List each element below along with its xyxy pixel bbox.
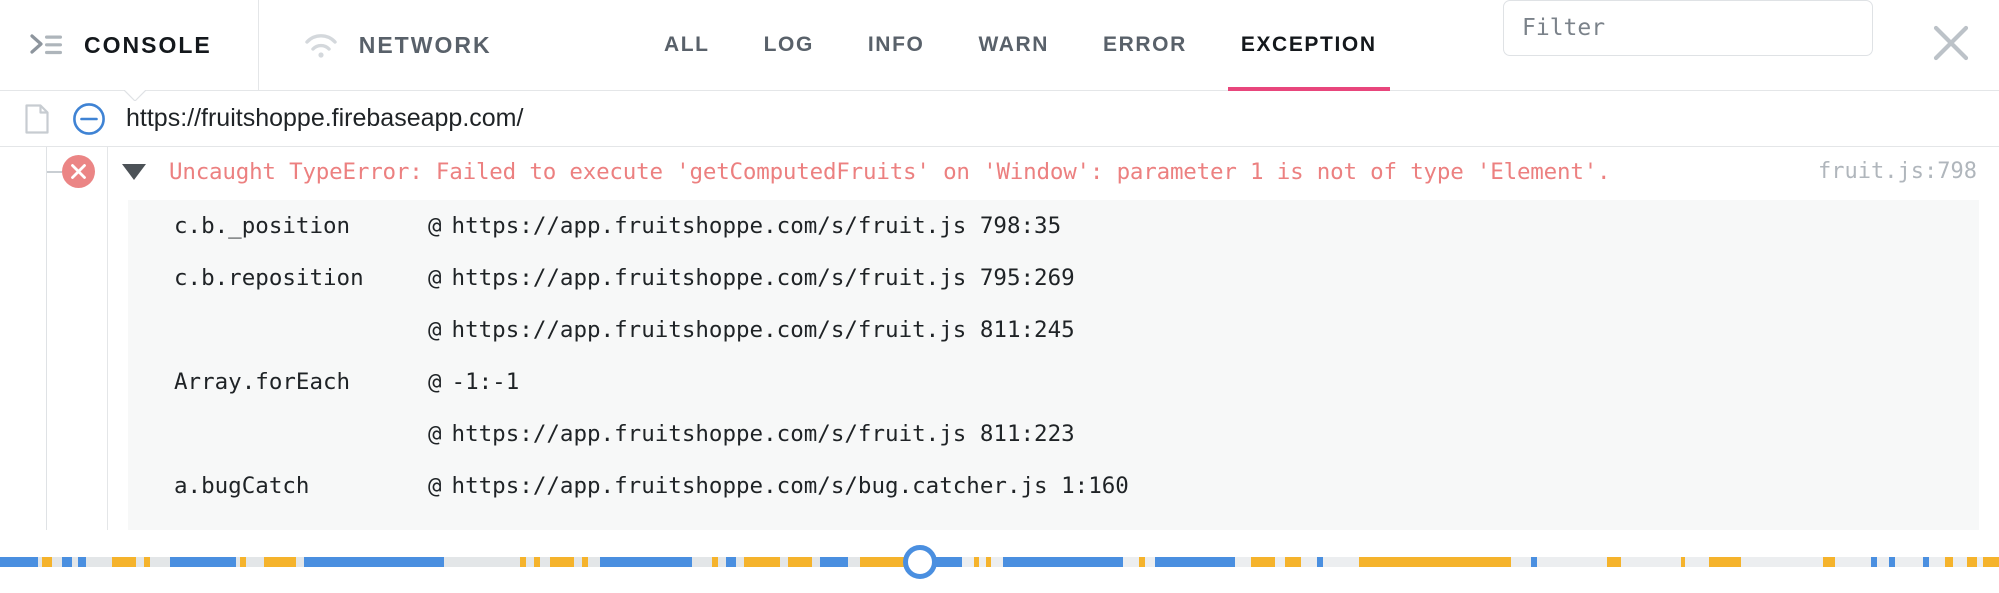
timeline-segment (239, 557, 246, 567)
timeline-segment (533, 557, 540, 567)
timeline-segment (743, 557, 780, 567)
panel-tab-console[interactable]: CONSOLE (0, 0, 258, 90)
stack-frame-function: a.bugCatch (174, 473, 310, 499)
timeline-segment (819, 557, 848, 567)
timeline-segment (725, 557, 736, 567)
timeline-segment (0, 557, 38, 567)
timeline-segment (787, 557, 812, 567)
stack-frame-location[interactable]: https://app.fruitshoppe.com/s/fruit.js 8… (452, 421, 1075, 447)
stack-frame-row[interactable]: c.b._position @ https://app.fruitshoppe.… (128, 200, 1979, 252)
timeline-segment (1003, 557, 1124, 567)
document-icon (24, 103, 50, 134)
filter-input[interactable] (1503, 0, 1873, 56)
timeline-segment (143, 557, 150, 567)
timeline-segment (1945, 557, 1953, 567)
timeline-segment (519, 557, 526, 567)
timeline-segment (41, 557, 52, 567)
stack-frame-row[interactable]: Array.forEach @ -1:-1 (128, 356, 1979, 408)
timeline-segment (599, 557, 692, 567)
filter-tab-error[interactable]: ERROR (1076, 0, 1214, 91)
tab-pointer-notch (124, 90, 146, 101)
timeline-segment (1823, 557, 1836, 567)
tree-guide-line (46, 147, 47, 530)
timeline-segment (111, 557, 136, 567)
stack-frame-location[interactable]: https://app.fruitshoppe.com/s/fruit.js 8… (452, 317, 1075, 343)
timeline-segment (1681, 557, 1686, 567)
minus-circle-icon (72, 102, 106, 140)
panel-tab-network[interactable]: NETWORK (257, 0, 538, 90)
timeline-segment (1983, 557, 1999, 567)
timeline-segment (303, 557, 444, 567)
stack-frame-location[interactable]: https://app.fruitshoppe.com/s/fruit.js 7… (452, 265, 1075, 291)
timeline-segment (1709, 557, 1742, 567)
close-icon (1931, 23, 1971, 68)
timeline-segment (581, 557, 588, 567)
filter-tab-log[interactable]: LOG (737, 0, 841, 91)
stack-frame-row[interactable]: @ https://app.fruitshoppe.com/s/fruit.js… (128, 408, 1979, 460)
timeline-segment (61, 557, 72, 567)
stack-frame-location[interactable]: https://app.fruitshoppe.com/s/fruit.js 7… (452, 213, 1062, 239)
timeline-segment (1155, 557, 1236, 567)
page-context-row: https://fruitshoppe.firebaseapp.com/ (0, 90, 1999, 147)
filter-tab-exception[interactable]: EXCEPTION (1214, 0, 1404, 91)
timeline-segment (1967, 557, 1977, 567)
timeline-segment (1871, 557, 1878, 567)
console-log-area: Uncaught TypeError: Failed to execute 'g… (0, 147, 1999, 530)
timeline-segment (549, 557, 574, 567)
timeline-segment (1285, 557, 1302, 567)
timeline-segment (1531, 557, 1538, 567)
filter-tab-all[interactable]: ALL (637, 0, 737, 91)
timeline-segment (1359, 557, 1512, 567)
stack-trace-panel: c.b._position @ https://app.fruitshoppe.… (128, 200, 1979, 530)
stack-frame-row[interactable]: @ https://app.fruitshoppe.com/s/fruit.js… (128, 304, 1979, 356)
panel-tab-network-label: NETWORK (358, 31, 492, 58)
timeline-segment (1139, 557, 1146, 567)
timeline-segment (711, 557, 718, 567)
filter-tab-info[interactable]: INFO (841, 0, 952, 91)
stack-frame-function: c.b.reposition (174, 265, 364, 291)
wifi-icon (303, 31, 339, 59)
exception-message: Uncaught TypeError: Failed to execute 'g… (169, 158, 1611, 185)
stack-frame-location[interactable]: -1:-1 (452, 369, 520, 395)
stack-frame-function: c.b._position (174, 213, 351, 239)
devtools-toolbar: CONSOLE NETWORK ALL LOG INFO WARN ERROR … (0, 0, 1999, 91)
close-button[interactable] (1903, 0, 1999, 90)
stack-frame-row[interactable]: a.bugCatch @ https://app.fruitshoppe.com… (128, 460, 1979, 512)
stack-frame-at: @ (428, 213, 442, 239)
exception-source-link[interactable]: fruit.js:798 (1818, 159, 1977, 184)
tree-connector (47, 171, 62, 173)
log-entry-exception[interactable]: Uncaught TypeError: Failed to execute 'g… (0, 147, 1999, 196)
timeline-segment (1607, 557, 1622, 567)
stack-frame-row[interactable]: c.b.reposition @ https://app.fruitshoppe… (128, 252, 1979, 304)
disclosure-triangle-icon[interactable] (122, 163, 146, 180)
timeline-segment (1923, 557, 1930, 567)
stack-frame-at: @ (428, 265, 442, 291)
timeline-segment (1251, 557, 1276, 567)
collapse-toggle-button[interactable] (72, 102, 106, 136)
timeline-base-past (0, 557, 920, 567)
timeline-track[interactable] (0, 545, 1999, 579)
stack-frame-function: Array.forEach (174, 369, 351, 395)
timeline-segment (1889, 557, 1896, 567)
timeline-segment (263, 557, 296, 567)
timeline-segment (1317, 557, 1324, 567)
console-icon (30, 33, 64, 57)
stack-frame-at: @ (428, 369, 442, 395)
stack-frame-at: @ (428, 421, 442, 447)
error-circle-x-icon[interactable] (62, 155, 95, 188)
page-url[interactable]: https://fruitshoppe.firebaseapp.com/ (126, 104, 523, 133)
timeline-scrubber[interactable] (0, 531, 1999, 593)
stack-frame-at: @ (428, 317, 442, 343)
timeline-segment (985, 557, 992, 567)
panel-tab-console-label: CONSOLE (84, 31, 212, 58)
stack-frame-location[interactable]: https://app.fruitshoppe.com/s/bug.catche… (452, 473, 1129, 499)
timeline-handle[interactable] (902, 545, 937, 579)
stack-frame-at: @ (428, 473, 442, 499)
tree-guide-line-secondary (107, 147, 108, 530)
log-level-filters: ALL LOG INFO WARN ERROR EXCEPTION (538, 0, 1503, 91)
timeline-segment (77, 557, 86, 567)
timeline-segment (169, 557, 236, 567)
timeline-segment (973, 557, 980, 567)
filter-tab-warn[interactable]: WARN (951, 0, 1076, 91)
